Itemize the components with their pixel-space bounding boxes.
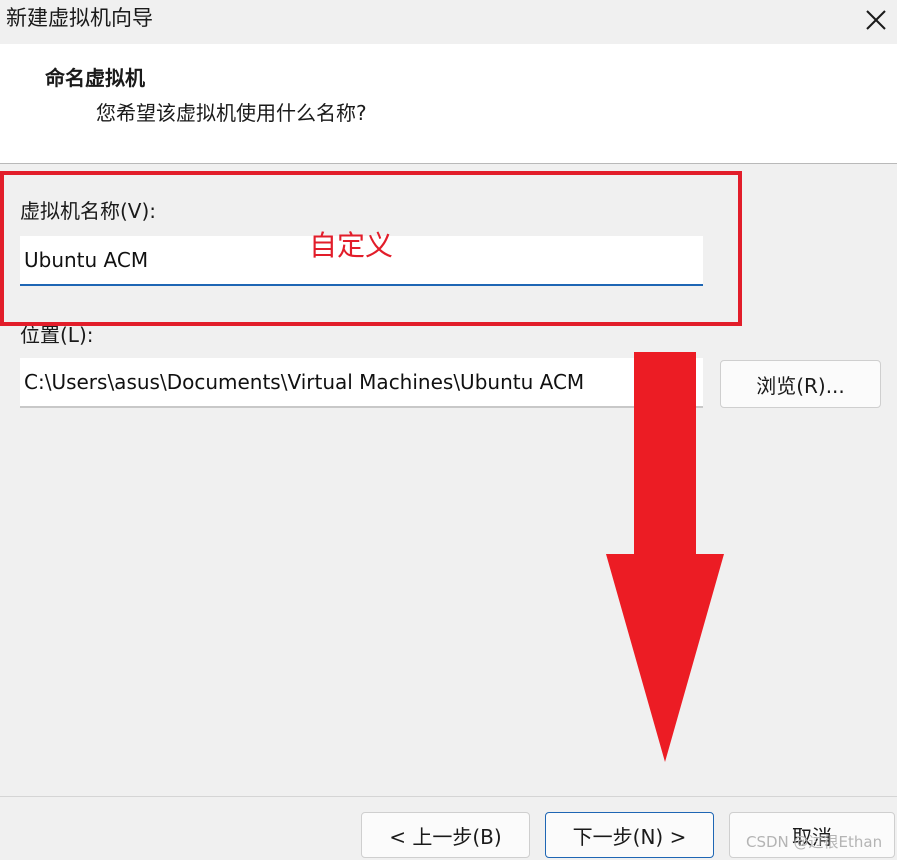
footer-divider [0, 796, 897, 797]
watermark: CSDN @过很Ethan [746, 833, 883, 851]
window-title: 新建虚拟机向导 [6, 6, 153, 30]
back-button[interactable]: < 上一步(B) [361, 812, 530, 858]
page-subtitle: 您希望该虚拟机使用什么名称? [96, 101, 367, 125]
browse-button[interactable]: 浏览(R)... [720, 360, 881, 408]
close-icon [866, 10, 886, 30]
vm-name-label: 虚拟机名称(V): [20, 199, 157, 223]
location-input[interactable] [20, 358, 703, 408]
title-bar: 新建虚拟机向导 [0, 0, 897, 44]
arrow-down-icon [606, 352, 724, 762]
wizard-header: 命名虚拟机 您希望该虚拟机使用什么名称? [0, 44, 897, 164]
next-button[interactable]: 下一步(N) > [545, 812, 714, 858]
close-button[interactable] [855, 0, 897, 40]
annotation-label: 自定义 [309, 229, 394, 262]
page-title: 命名虚拟机 [45, 66, 145, 90]
location-label: 位置(L): [20, 323, 94, 347]
